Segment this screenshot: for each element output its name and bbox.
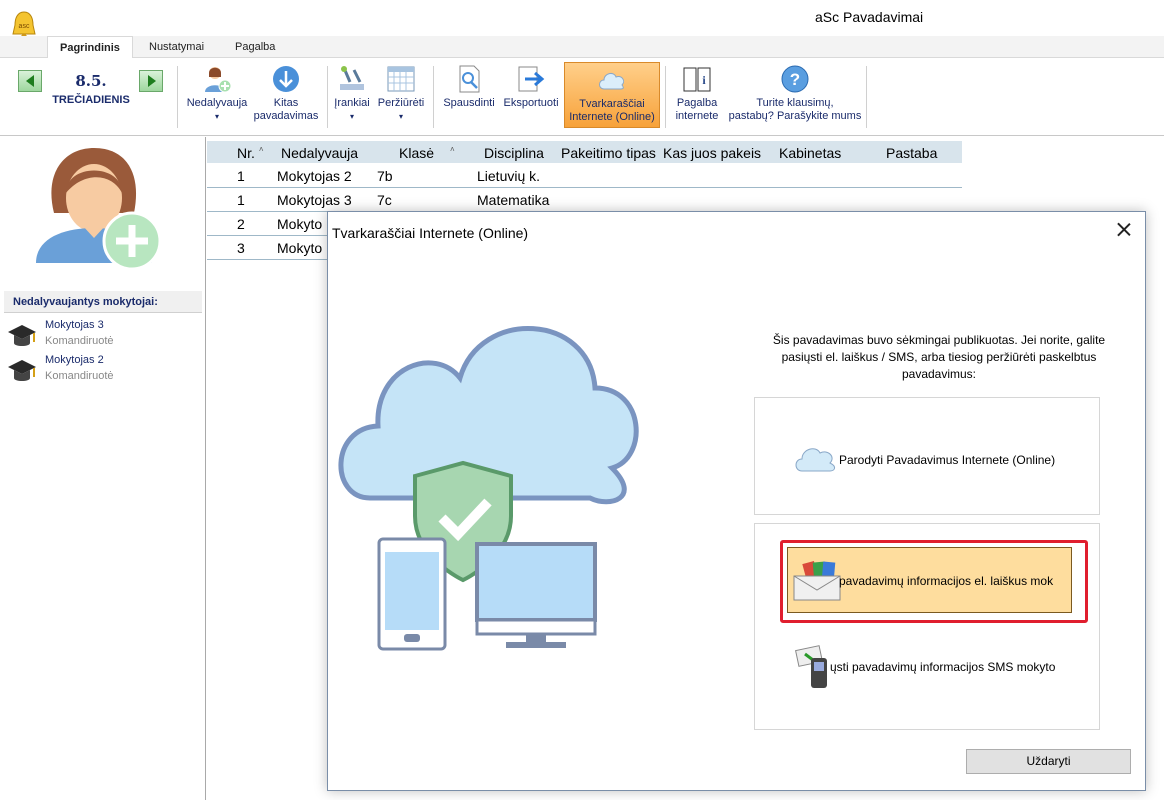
ribbon-separator xyxy=(177,66,178,128)
cloud-icon xyxy=(599,72,625,90)
sort-asc-icon: ˄ xyxy=(450,145,455,154)
ribbon-separator xyxy=(433,66,434,128)
column-header-note[interactable]: Pastaba xyxy=(886,145,937,161)
tab-pagalba[interactable]: Pagalba xyxy=(223,36,287,58)
feedback-button[interactable]: ? Turite klausimų, pastabų? Parašykite m… xyxy=(728,64,862,123)
sort-asc-icon: ˄ xyxy=(258,145,264,154)
online-timetables-button[interactable]: Tvarkaraščiai Internete (Online) xyxy=(564,62,660,128)
send-sms-label: ųsti pavadavimų informacijos SMS mokyto xyxy=(830,660,1056,674)
dialog-title: Tvarkaraščiai Internete (Online) xyxy=(332,225,529,241)
column-header-replacer[interactable]: Kas juos pakeis xyxy=(663,145,761,161)
previous-day-button[interactable] xyxy=(18,70,42,92)
absent-teacher-item[interactable]: Mokytojas 3 Komandiruotė xyxy=(6,318,202,352)
show-online-button[interactable]: Parodyti Pavadavimus Internete (Online) xyxy=(754,397,1100,515)
teacher-name: Mokytojas 2 xyxy=(45,354,104,366)
close-icon[interactable] xyxy=(1116,222,1132,238)
teacher-name: Mokytojas 3 xyxy=(45,319,104,331)
show-online-label: Parodyti Pavadavimus Internete (Online) xyxy=(839,453,1056,467)
column-header-class[interactable]: Klasė ˄ xyxy=(399,145,455,161)
dialog-message: Šis pavadavimas buvo sėkmingai publikuot… xyxy=(772,333,1106,381)
chevron-down-icon: ▾ xyxy=(214,112,219,121)
ribbon-separator xyxy=(665,66,666,128)
absent-teacher-button[interactable]: Nedalyvauja ▾ xyxy=(183,64,251,123)
export-button[interactable]: Eksportuoti xyxy=(499,64,563,110)
cloud-icon xyxy=(795,448,836,472)
ribbon-separator xyxy=(327,66,328,128)
day-name: TREČIADIENIS xyxy=(52,94,130,106)
view-button[interactable]: Peržiūrėti ▾ xyxy=(374,64,428,123)
next-day-button[interactable] xyxy=(139,70,163,92)
column-header-change-type[interactable]: Pakeitimo tipas xyxy=(561,145,656,161)
table-row[interactable]: 1 Mokytojas 2 7b Lietuvių k. xyxy=(207,164,962,188)
chevron-down-icon: ▾ xyxy=(398,112,403,121)
online-dialog: Tvarkaraščiai Internete (Online) Šis pav… xyxy=(327,211,1146,791)
column-header-absent[interactable]: Nedalyvauja xyxy=(281,145,358,161)
table-row[interactable]: 1 Mokytojas 3 7c Matematika xyxy=(207,188,962,212)
absent-teacher-item[interactable]: Mokytojas 2 Komandiruotė xyxy=(6,353,202,387)
print-preview-icon xyxy=(459,65,480,93)
teacher-add-icon xyxy=(205,67,232,93)
day-number: 8.5. xyxy=(75,72,107,90)
graduation-cap-icon xyxy=(8,360,36,381)
send-email-button[interactable]: pavadavimų informacijos el. laiškus mok xyxy=(787,547,1072,613)
book-info-icon: i xyxy=(683,67,711,92)
table-header: Nr. ˄ Nedalyvauja Klasė ˄ Disciplina Pakei… xyxy=(207,141,962,163)
question-circle-icon: ? xyxy=(781,65,809,93)
send-sms-button[interactable]: ųsti pavadavimų informacijos SMS mokyto xyxy=(787,642,1072,692)
chevron-down-icon: ▾ xyxy=(349,112,354,121)
column-header-discipline[interactable]: Disciplina xyxy=(484,145,544,161)
export-icon xyxy=(518,66,545,92)
send-email-label: pavadavimų informacijos el. laiškus mok xyxy=(839,574,1054,588)
help-online-button[interactable]: i Pagalba internete xyxy=(668,64,726,123)
sms-phone-icon xyxy=(795,645,827,688)
tab-nustatymai[interactable]: Nustatymai xyxy=(137,36,216,58)
absent-teachers-header: Nedalyvaujantys mokytojai: xyxy=(4,291,202,313)
close-dialog-button[interactable]: Uždaryti xyxy=(966,749,1131,774)
table-grid-icon xyxy=(387,66,415,92)
svg-text:?: ? xyxy=(790,70,800,89)
ribbon-toolbar: 8.5. TREČIADIENIS Nedalyvauja ▾ Kitas pa… xyxy=(0,58,1164,136)
email-envelopes-icon xyxy=(793,560,841,601)
title-bar: asc aSc Pavadavimai xyxy=(0,0,1164,40)
ribbon-separator xyxy=(866,66,867,128)
menu-bar: Pagrindinis Nustatymai Pagalba xyxy=(0,36,1164,59)
left-panel: Nedalyvaujantys mokytojai: Mokytojas 3 K… xyxy=(0,137,206,800)
absence-reason: Komandiruotė xyxy=(45,335,114,347)
column-header-nr[interactable]: Nr. ˄ xyxy=(237,145,264,161)
arrow-down-circle-icon xyxy=(273,66,299,92)
tools-icon xyxy=(340,66,364,90)
column-header-room[interactable]: Kabinetas xyxy=(779,145,841,161)
next-substitution-button[interactable]: Kitas pavadavimas xyxy=(250,64,322,123)
print-button[interactable]: Spausdinti xyxy=(439,64,499,110)
svg-text:asc: asc xyxy=(19,23,30,30)
absence-reason: Komandiruotė xyxy=(45,370,114,382)
teacher-avatar-add-icon[interactable] xyxy=(34,143,164,273)
cloud-devices-illustration xyxy=(338,325,639,651)
graduation-cap-icon xyxy=(8,325,36,346)
tab-pagrindinis[interactable]: Pagrindinis xyxy=(47,36,133,59)
tools-button[interactable]: Įrankiai ▾ xyxy=(330,64,374,123)
